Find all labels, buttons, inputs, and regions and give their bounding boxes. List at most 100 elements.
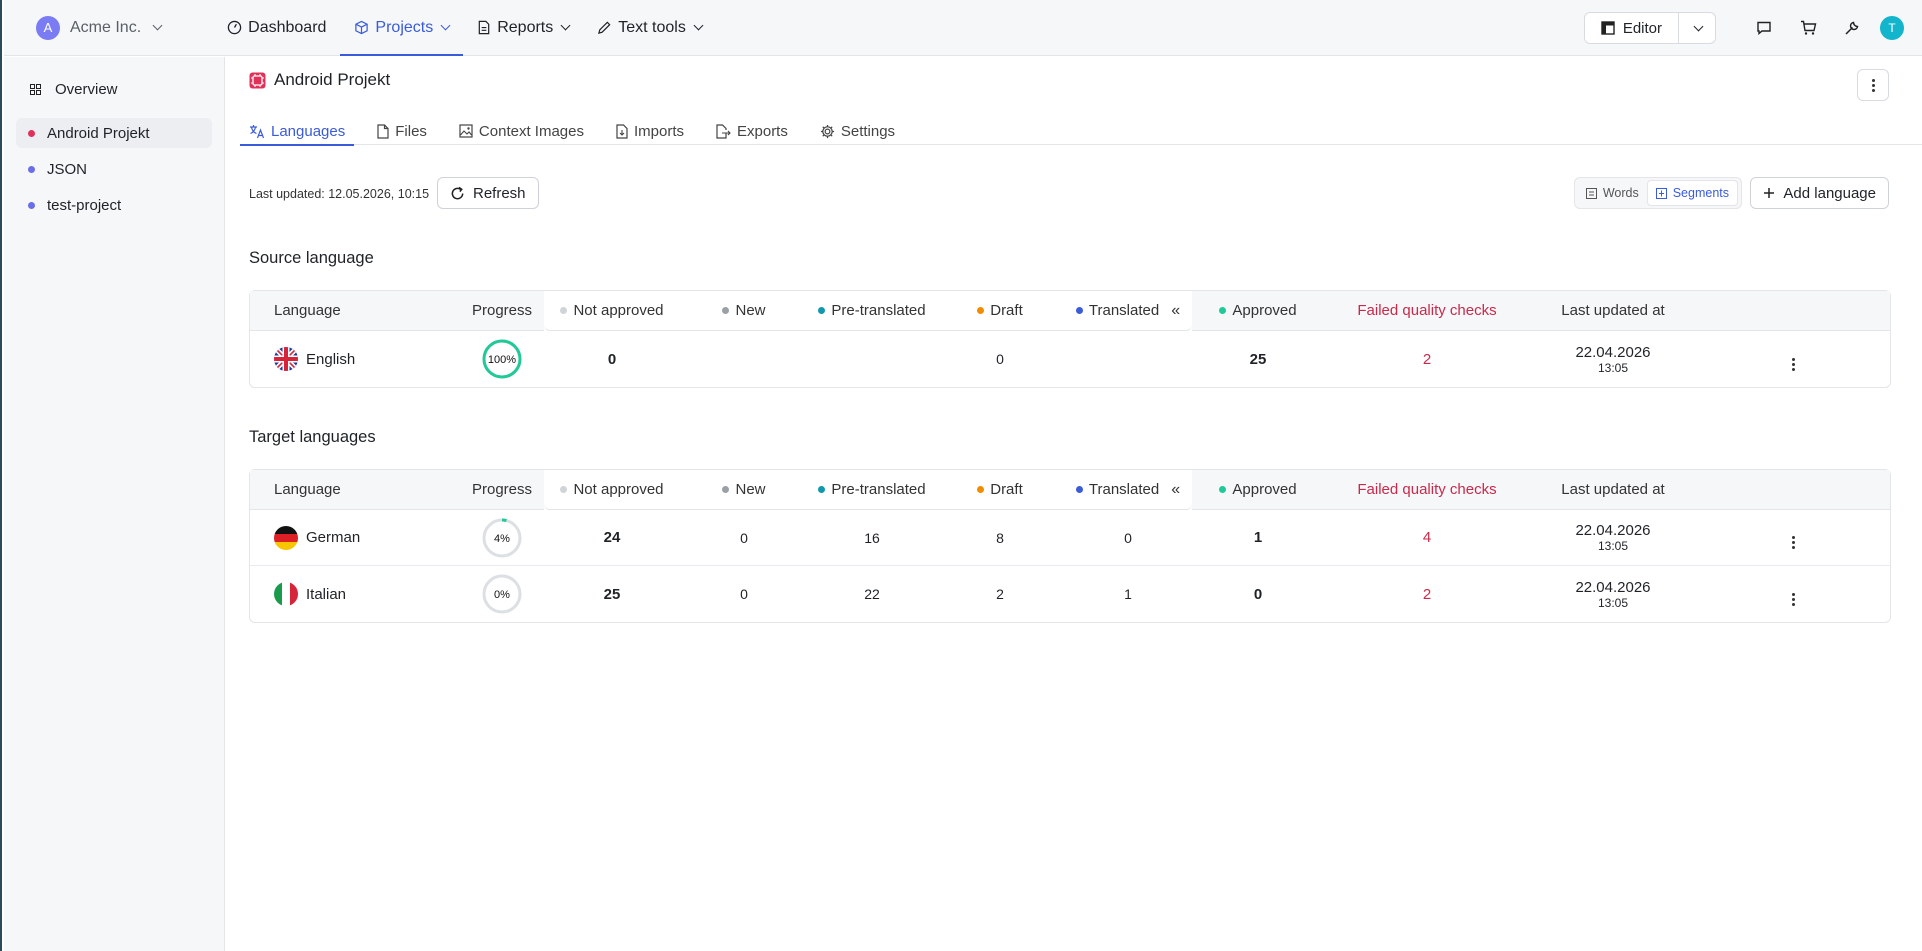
top-bar: A Acme Inc. Dashboard Projects Reports T…: [4, 0, 1922, 56]
grid-icon: [30, 83, 41, 95]
add-language-label: Add language: [1783, 184, 1876, 202]
org-switcher[interactable]: A Acme Inc.: [36, 15, 163, 40]
row-menu-icon[interactable]: [1791, 592, 1795, 606]
status-dot-icon: [722, 307, 730, 314]
failed-checks-cell[interactable]: 2: [1324, 566, 1530, 622]
col-translated: Translated «: [1064, 291, 1192, 331]
target-languages-heading: Target languages: [249, 428, 376, 446]
table-row[interactable]: German 4% 24 0 16 8 0 1 4 22.04.2026 13:0…: [250, 510, 1890, 566]
failed-checks-cell[interactable]: 4: [1324, 510, 1530, 566]
col-not-approved: Not approved: [544, 291, 680, 331]
tab-context-images[interactable]: Context Images: [450, 117, 593, 145]
col-progress: Progress: [460, 470, 544, 510]
row-menu-icon[interactable]: [1791, 357, 1795, 371]
last-updated-cell: 22.04.2026 13:05: [1530, 331, 1696, 387]
tab-settings[interactable]: Settings: [811, 117, 904, 145]
image-icon: [459, 124, 473, 138]
sidebar-item-test-project[interactable]: test-project: [16, 190, 212, 220]
status-dot-icon: [818, 486, 826, 493]
kebab-icon: [1871, 78, 1875, 92]
editor-button[interactable]: Editor: [1585, 13, 1679, 43]
tab-label: Imports: [633, 122, 684, 140]
failed-checks-cell[interactable]: 2: [1324, 331, 1530, 387]
wrench-icon: [1845, 21, 1859, 35]
table-row[interactable]: English 100% 0 0 25 2 22.04.2026 13:05: [250, 331, 1890, 387]
source-language-heading: Source language: [249, 249, 374, 267]
approved-cell: 25: [1249, 350, 1267, 368]
segments-toggle[interactable]: Segments: [1646, 180, 1738, 206]
nav-text-tools[interactable]: Text tools: [583, 0, 716, 56]
last-updated-time: 13:05: [1597, 539, 1629, 553]
nav-projects[interactable]: Projects: [340, 0, 464, 56]
de-flag-icon: [274, 525, 298, 550]
col-actions: [1696, 470, 1890, 510]
collapse-columns-icon[interactable]: «: [1171, 481, 1180, 498]
refresh-button[interactable]: Refresh: [437, 177, 539, 209]
last-updated-time: 13:05: [1597, 360, 1629, 375]
project-menu-button[interactable]: [1857, 69, 1889, 101]
android-project-icon: [249, 72, 266, 88]
status-dot-icon: [1219, 307, 1227, 314]
col-pre-translated-label: Pre-translated: [831, 302, 926, 319]
tab-files[interactable]: Files: [368, 117, 436, 145]
language-cell: English: [250, 331, 460, 387]
tab-exports[interactable]: Exports: [707, 117, 797, 145]
collapse-columns-icon[interactable]: «: [1171, 302, 1180, 319]
progress-label: 100%: [488, 354, 516, 366]
language-name: English: [306, 350, 356, 368]
tab-label: Languages: [271, 122, 346, 140]
new-cell: 0: [740, 586, 748, 602]
pencil-icon: [598, 21, 611, 35]
sidebar: Overview Android Projekt JSON test-proje…: [4, 57, 225, 951]
col-language: Language: [250, 470, 460, 510]
col-actions: [1696, 291, 1890, 331]
project-dot-icon: [28, 129, 35, 137]
sidebar-item-android-projekt[interactable]: Android Projekt: [16, 118, 212, 148]
translated-cell: 1: [1124, 586, 1132, 602]
add-language-button[interactable]: Add language: [1750, 177, 1889, 209]
col-approved: Approved: [1192, 470, 1324, 510]
new-cell: [680, 331, 808, 387]
progress-ring: 0%: [482, 574, 522, 614]
gb-flag-icon: [274, 347, 298, 371]
col-approved-label: Approved: [1232, 302, 1297, 319]
nav-projects-label: Projects: [375, 18, 434, 36]
status-dot-icon: [977, 307, 985, 314]
tab-imports[interactable]: Imports: [607, 117, 693, 145]
sidebar-overview[interactable]: Overview: [30, 74, 224, 104]
target-languages-table: Language Progress Not approved New Pre-t…: [249, 469, 1891, 623]
chevron-down-icon: [440, 20, 451, 31]
col-last-updated: Last updated at: [1530, 470, 1696, 510]
dashboard-icon: [227, 20, 242, 35]
export-icon: [716, 123, 731, 139]
source-language-table: Language Progress Not approved New Pre-t…: [249, 290, 1891, 388]
plus-icon: [1764, 188, 1775, 198]
row-menu-icon[interactable]: [1791, 536, 1795, 549]
nav-dashboard[interactable]: Dashboard: [213, 0, 340, 56]
sidebar-item-json[interactable]: JSON: [16, 154, 212, 184]
col-language: Language: [250, 291, 460, 331]
translate-icon: [250, 124, 265, 138]
cart-icon: [1800, 20, 1816, 35]
tab-languages[interactable]: Languages: [240, 117, 355, 146]
cart-button[interactable]: [1786, 20, 1830, 36]
table-row[interactable]: Italian 0% 25 0 22 2 1 0 2 22.04.2026 13:…: [250, 566, 1890, 622]
project-tabs: Languages Files Context Images Imports E…: [240, 117, 1922, 146]
chevron-down-icon: [560, 20, 571, 31]
editor-dropdown-button[interactable]: [1679, 13, 1715, 43]
user-avatar[interactable]: T: [1880, 16, 1904, 40]
editor-label: Editor: [1622, 19, 1662, 37]
top-right-controls: Editor T: [1583, 0, 1922, 56]
row-actions-cell: [1696, 566, 1890, 622]
status-dot-icon: [818, 307, 826, 314]
words-toggle[interactable]: Words: [1578, 180, 1647, 206]
status-dot-icon: [1075, 485, 1083, 493]
last-updated-text: Last updated: 12.05.2026, 10:15: [249, 187, 430, 201]
status-dot-icon: [1075, 306, 1083, 314]
comments-button[interactable]: [1742, 20, 1786, 36]
col-failed-checks: Failed quality checks: [1324, 291, 1530, 331]
progress-ring: 4%: [482, 518, 522, 557]
col-new-label: New: [735, 481, 766, 498]
nav-reports[interactable]: Reports: [463, 0, 583, 56]
tools-button[interactable]: [1830, 20, 1874, 36]
